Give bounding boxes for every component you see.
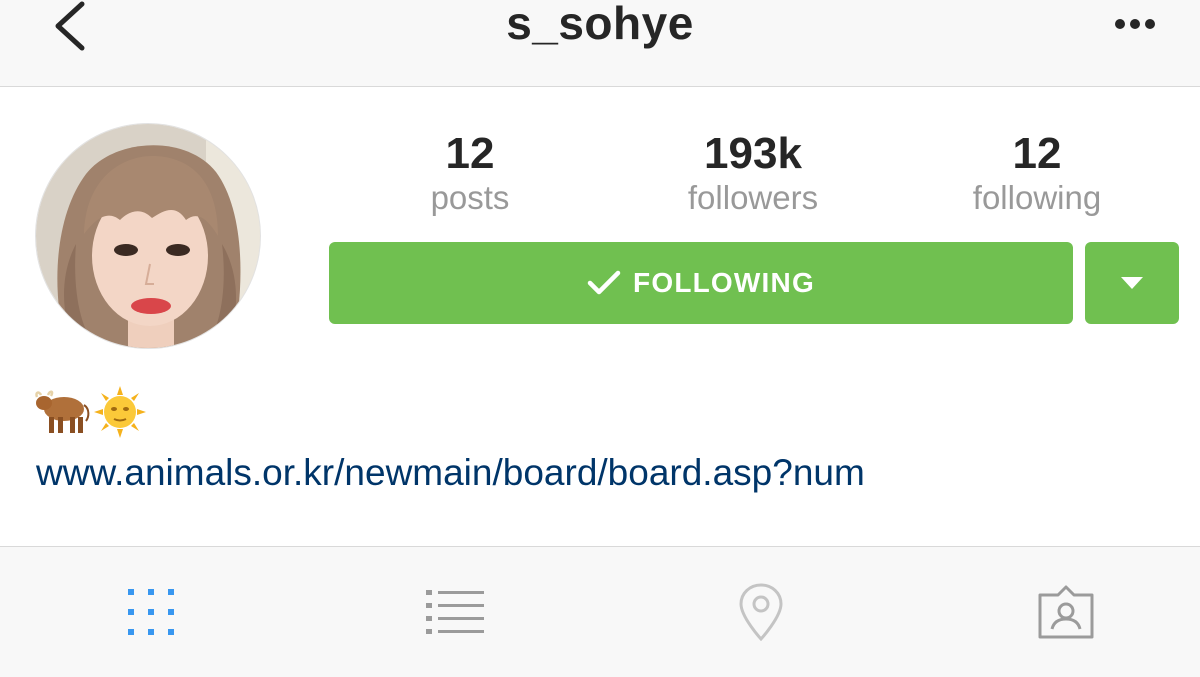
more-horizontal-icon: [1115, 19, 1155, 29]
bio-emoji-line: [34, 386, 146, 438]
following-count-value: 12: [1012, 129, 1062, 178]
posts-count-value: 12: [445, 129, 495, 178]
profile-tab-bar: [0, 547, 1200, 677]
tab-tagged-photos[interactable]: [1026, 577, 1106, 647]
tagged-person-icon: [1038, 585, 1094, 639]
suggested-users-dropdown-button[interactable]: [1085, 242, 1179, 324]
followers-count-value: 193k: [704, 129, 802, 178]
profile-photo: [36, 124, 260, 348]
following-button-label: FOLLOWING: [633, 267, 815, 298]
posts-count-label: posts: [430, 179, 510, 216]
bio-website-link[interactable]: www.animals.or.kr/newmain/board/board.as…: [36, 452, 865, 494]
tab-grid-view[interactable]: [111, 577, 191, 647]
tab-list-view[interactable]: [416, 577, 496, 647]
more-options-button[interactable]: [1110, 14, 1160, 38]
following-count-label: following: [972, 179, 1102, 216]
following-count[interactable]: 12 following: [937, 128, 1137, 216]
checkmark-icon: [587, 269, 621, 297]
profile-avatar[interactable]: [35, 123, 261, 349]
sun-with-face-emoji: [94, 386, 146, 438]
followers-count-label: followers: [687, 179, 819, 216]
posts-count[interactable]: 12 posts: [370, 128, 570, 216]
ox-emoji: [35, 390, 90, 433]
location-pin-icon: [739, 583, 783, 641]
top-navigation-bar: s_sohye: [0, 0, 1200, 87]
followers-count[interactable]: 193k followers: [653, 128, 853, 216]
triangle-down-icon: [1121, 277, 1143, 289]
list-icon: [426, 590, 484, 634]
following-button[interactable]: FOLLOWING: [329, 242, 1073, 324]
profile-screen: s_sohye 12 posts 193k followers 12 follo…: [0, 0, 1200, 677]
profile-username-title: s_sohye: [506, 0, 694, 49]
grid-icon: [128, 589, 174, 635]
tab-map-view[interactable]: [721, 577, 801, 647]
